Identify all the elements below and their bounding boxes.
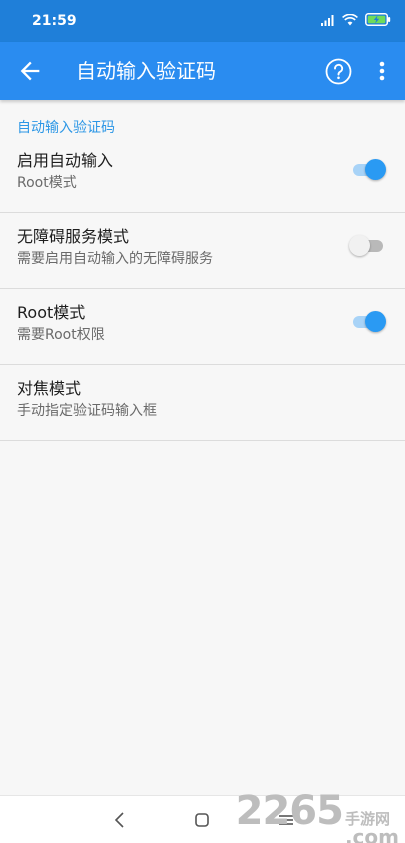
toggle-thumb [365,159,386,180]
help-icon[interactable] [325,58,352,85]
setting-root-mode[interactable]: Root模式 需要Root权限 [0,289,405,365]
accessibility-mode-toggle[interactable] [349,235,385,256]
battery-charging-icon [365,13,391,26]
section-header: 自动输入验证码 [17,120,115,136]
watermark-com: .com [344,825,399,843]
status-bar: 21:59 [0,0,405,42]
watermark-logo: 2265 手游网 .com [236,788,399,843]
toggle-thumb [349,235,370,256]
setting-accessibility-mode[interactable]: 无障碍服务模式 需要启用自动输入的无障碍服务 [0,213,405,289]
root-mode-toggle[interactable] [353,311,386,332]
wifi-icon [342,13,358,25]
watermark-number: 2265 [235,788,344,834]
setting-subtitle: 手动指定验证码输入框 [17,403,157,419]
status-icons [321,13,391,26]
status-time: 21:59 [32,13,77,29]
more-vert-icon[interactable] [372,58,392,84]
signal-icon [321,14,334,26]
toggle-thumb [365,311,386,332]
watermark-side: 手游网 .com [345,810,399,843]
nav-home-icon[interactable] [192,810,212,830]
setting-title: 启用自动输入 [17,151,114,170]
app-bar: 自动输入验证码 [0,42,405,100]
setting-title: Root模式 [17,303,86,322]
setting-auto-input[interactable]: 启用自动输入 Root模式 [0,137,405,213]
setting-title: 对焦模式 [17,379,82,398]
nav-back-icon[interactable] [110,810,130,830]
arrow-back-icon[interactable] [16,57,44,85]
setting-focus-mode[interactable]: 对焦模式 手动指定验证码输入框 [0,365,405,441]
page-title: 自动输入验证码 [76,59,216,83]
auto-input-toggle[interactable] [353,159,386,180]
setting-subtitle: Root模式 [17,175,77,191]
setting-subtitle: 需要启用自动输入的无障碍服务 [17,251,213,267]
setting-title: 无障碍服务模式 [17,227,130,246]
setting-subtitle: 需要Root权限 [17,327,105,343]
